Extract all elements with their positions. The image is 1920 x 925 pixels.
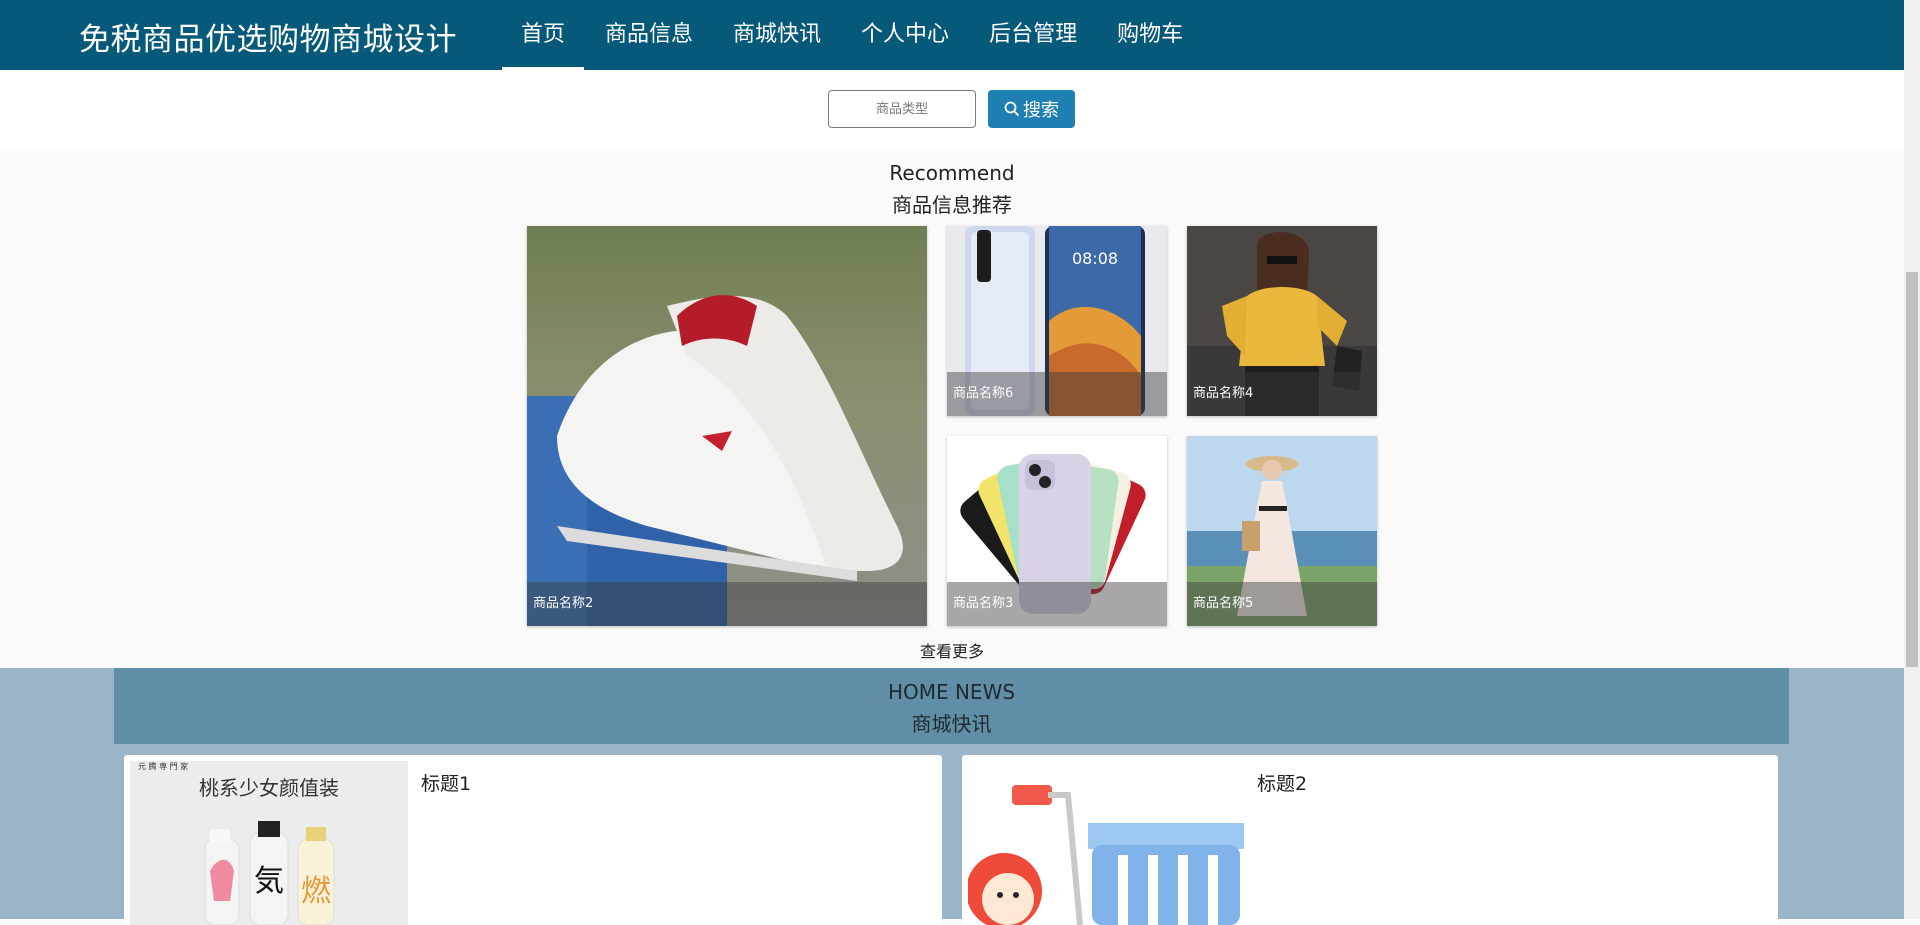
product-name: 商品名称2 <box>527 582 927 626</box>
nav-profile[interactable]: 个人中心 <box>842 0 968 70</box>
product-name: 商品名称5 <box>1187 582 1377 626</box>
nav-news[interactable]: 商城快讯 <box>714 0 840 70</box>
svg-text:気: 気 <box>254 864 284 899</box>
product-name: 商品名称6 <box>947 372 1167 416</box>
svg-text:燃: 燃 <box>301 874 331 909</box>
product-card[interactable]: 商品名称2 <box>527 226 927 626</box>
nav-products[interactable]: 商品信息 <box>586 0 712 70</box>
news-thumbnail: 元 腾 専 門 家 桃系少女颜值装 気 燃 <box>130 761 408 925</box>
product-name: 商品名称4 <box>1187 372 1377 416</box>
search-input[interactable] <box>828 90 976 128</box>
news-title[interactable]: 标题2 <box>1257 769 1307 796</box>
product-card[interactable]: 商品名称4 <box>1187 226 1377 416</box>
nav-cart[interactable]: 购物车 <box>1098 0 1202 70</box>
site-brand[interactable]: 免税商品优选购物商城设计 <box>79 14 457 59</box>
news-card[interactable]: 元 腾 専 門 家 桃系少女颜值装 気 燃 标题1 <box>124 755 942 925</box>
product-name: 商品名称3 <box>947 582 1167 626</box>
see-more-link[interactable]: 查看更多 <box>0 638 1904 662</box>
product-card[interactable]: 商品名称3 <box>947 436 1167 626</box>
sneaker-photo <box>527 226 927 626</box>
main-nav: 首页 商品信息 商城快讯 个人中心 后台管理 购物车 <box>502 0 1204 70</box>
search-icon <box>1004 101 1020 117</box>
product-card[interactable]: 商品名称5 <box>1187 436 1377 626</box>
news-card[interactable]: 标题2 <box>962 755 1778 925</box>
product-card[interactable]: 08:08 商品名称6 <box>947 226 1167 416</box>
scrollbar-thumb[interactable] <box>1906 272 1918 667</box>
search-button[interactable]: 搜索 <box>988 90 1075 128</box>
nav-home[interactable]: 首页 <box>502 0 585 70</box>
recommend-title-en: Recommend <box>889 161 1015 185</box>
news-title-en: HOME NEWS <box>887 680 1016 704</box>
shopping-cart-cartoon <box>968 761 1246 925</box>
search-button-label: 搜索 <box>1023 100 1059 121</box>
top-navbar: 免税商品优选购物商城设计 首页 商品信息 商城快讯 个人中心 后台管理 购物车 <box>0 0 1904 70</box>
nav-admin[interactable]: 后台管理 <box>970 0 1096 70</box>
search-band: 搜索 <box>0 70 1904 150</box>
drink-bottles-photo: 元 腾 専 門 家 桃系少女颜值装 気 燃 <box>130 761 408 925</box>
news-thumbnail <box>968 761 1246 925</box>
thumb-caption: 桃系少女颜值装 <box>199 776 339 800</box>
recommend-title-cn: 商品信息推荐 <box>892 193 1012 217</box>
news-title-cn: 商城快讯 <box>911 712 992 736</box>
thumb-header-text: 元 腾 専 門 家 <box>138 761 188 771</box>
svg-text:08:08: 08:08 <box>1072 249 1118 268</box>
news-title[interactable]: 标题1 <box>421 769 471 796</box>
